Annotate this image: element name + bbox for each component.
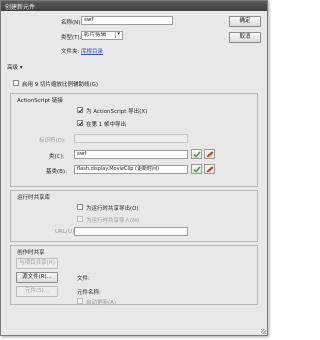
export-frame1-label: 在第 1 帧中导出 (86, 122, 126, 128)
validate-base-class-button[interactable] (191, 164, 202, 174)
linkage-panel: ActionScript 链接 为 ActionScript 导出(X) 在第 … (10, 93, 258, 187)
type-label: 类型(T): (61, 35, 82, 41)
type-select-value: 影片剪辑 (84, 32, 107, 38)
edit-base-class-button[interactable] (204, 164, 215, 174)
symbol-name-label: 元件名称: (77, 290, 101, 296)
identifier-label: 标识符(D): (39, 138, 66, 144)
import-sharing-checkbox[interactable] (77, 216, 83, 222)
auto-update-label: 自动更新(A) (86, 300, 117, 306)
share-with-project-button[interactable]: 与项目共享(H) (16, 258, 58, 269)
name-input[interactable]: swf (81, 16, 173, 25)
class-label: 类(C): (49, 154, 65, 160)
import-sharing-label: 为运行时共享导入(M) (86, 218, 140, 224)
folder-link[interactable]: 库根目录 (81, 47, 103, 55)
url-input[interactable] (74, 227, 188, 236)
authoring-shared-header: 创作时共享 (17, 250, 45, 256)
file-label: 文件: (77, 276, 90, 282)
base-class-input[interactable]: flash.display.MovieClip (更新时间) (74, 165, 188, 174)
window-title: 创建新元件 (5, 4, 36, 11)
green-check-icon (193, 166, 201, 173)
chevron-down-icon: ▾ (115, 31, 120, 38)
folder-label: 文件夹: (61, 49, 80, 55)
class-input[interactable]: swf (74, 150, 188, 159)
cancel-button[interactable]: 取消 (229, 32, 261, 43)
export-sharing-checkbox[interactable] (77, 204, 83, 210)
linkage-header: ActionScript 链接 (17, 98, 63, 104)
authoring-shared-panel: 创作时共享 与项目共享(H) 源文件(R)... 文件: 元件(S)... 元件… (10, 245, 258, 306)
source-file-button[interactable]: 源文件(R)... (16, 272, 58, 283)
base-class-label: 基类(B): (46, 169, 67, 175)
url-label: URL(U): (55, 229, 77, 235)
resize-grip[interactable] (261, 329, 266, 334)
symbol-button[interactable]: 元件(S)... (16, 286, 58, 297)
identifier-input[interactable] (74, 134, 188, 143)
edit-class-button[interactable] (204, 149, 215, 159)
export-as-checkbox[interactable] (77, 107, 83, 113)
scale9-checkbox[interactable] (13, 80, 19, 86)
auto-update-checkbox[interactable] (77, 298, 83, 304)
scale9-label: 启用 9 切片缩放比例辅助线(G) (22, 82, 99, 88)
runtime-shared-panel: 运行时共享库 为运行时共享导出(O) 为运行时共享导入(M) URL(U): (10, 190, 258, 242)
type-select[interactable]: 影片剪辑 ▾ (81, 31, 123, 40)
export-frame1-checkbox[interactable] (77, 120, 83, 126)
validate-class-button[interactable] (191, 149, 202, 159)
pencil-icon (206, 151, 214, 158)
pencil-icon (206, 166, 214, 173)
export-sharing-label: 为运行时共享导出(O) (86, 206, 139, 212)
advanced-toggle[interactable]: 高级 ▾ (7, 63, 23, 71)
create-symbol-dialog: 创建新元件 名称(N): swf 类型(T): 影片剪辑 ▾ 文件夹: 库根目录… (0, 0, 268, 336)
name-label: 名称(N): (61, 20, 83, 26)
title-bar: 创建新元件 (1, 1, 267, 11)
green-check-icon (193, 151, 201, 158)
export-as-label: 为 ActionScript 导出(X) (86, 109, 148, 115)
checkmark-icon (78, 121, 83, 126)
checkmark-icon (78, 108, 83, 113)
runtime-shared-header: 运行时共享库 (17, 195, 51, 201)
ok-button[interactable]: 确定 (229, 16, 261, 27)
